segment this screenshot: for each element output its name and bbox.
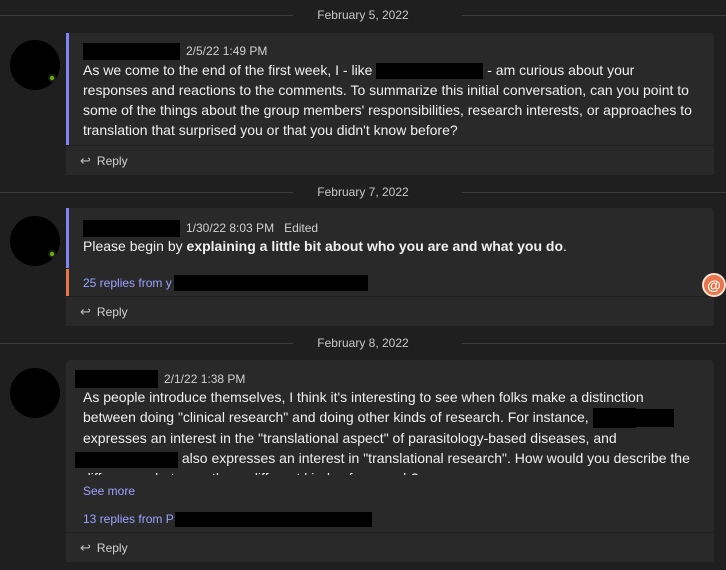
presence-icon [48, 74, 56, 82]
redacted-names [174, 511, 372, 527]
author-name[interactable] [83, 219, 180, 237]
avatar[interactable] [10, 368, 60, 418]
redacted-name [75, 451, 178, 468]
at-mention-icon[interactable]: @ [702, 273, 726, 297]
message-text: Please begin by explaining a little bit … [83, 238, 567, 254]
avatar[interactable] [10, 216, 60, 266]
avatar[interactable] [10, 40, 60, 90]
message-timestamp: 2/5/22 1:49 PM [186, 44, 268, 58]
date-divider-label: February 7, 2022 [293, 185, 433, 199]
message: 2/5/22 1:49 PM As we come to the end of … [66, 33, 714, 145]
reply-label: Reply [96, 153, 128, 168]
message-card: 1/30/22 8:03 PM Edited Please begin by e… [66, 208, 714, 326]
replies-count-label: 13 replies from P [83, 512, 174, 526]
reply-label: Reply [96, 540, 128, 555]
redacted-names [173, 275, 368, 291]
redacted-name [631, 409, 675, 428]
replies-count-label: 25 replies from y [83, 276, 172, 290]
message-timestamp: 2/1/22 1:38 PM [164, 372, 246, 386]
replies-thread-link[interactable]: 25 replies from y [66, 269, 714, 297]
reply-button[interactable]: ↩ Reply [66, 532, 714, 562]
reply-label: Reply [96, 304, 128, 319]
date-divider-label: February 5, 2022 [293, 8, 433, 22]
presence-icon [48, 250, 56, 258]
redacted-name [592, 408, 636, 429]
message-text: As we come to the end of the first week,… [83, 62, 692, 138]
message: 1/30/22 8:03 PM Edited Please begin by e… [66, 208, 714, 268]
reply-arrow-icon: ↩ [80, 152, 91, 168]
reply-arrow-icon: ↩ [80, 539, 91, 555]
date-divider: February 5, 2022 [0, 5, 726, 25]
author-name[interactable] [75, 370, 158, 388]
reply-button[interactable]: ↩ Reply [66, 296, 714, 326]
date-divider: February 8, 2022 [0, 333, 726, 353]
reply-arrow-icon: ↩ [80, 303, 91, 319]
date-divider-label: February 8, 2022 [293, 336, 433, 350]
message-card: 2/5/22 1:49 PM As we come to the end of … [66, 33, 714, 175]
message: 2/1/22 1:38 PM As people introduce thems… [66, 360, 714, 504]
message-card: 2/1/22 1:38 PM As people introduce thems… [66, 360, 714, 562]
edited-label: Edited [284, 221, 319, 235]
message-text: As people introduce themselves, I think … [75, 387, 700, 475]
reply-button[interactable]: ↩ Reply [66, 145, 714, 175]
replies-thread-link[interactable]: 13 replies from P [66, 505, 714, 533]
message-timestamp: 1/30/22 8:03 PM [186, 221, 275, 235]
redacted-mention [376, 63, 484, 80]
date-divider: February 7, 2022 [0, 182, 726, 202]
see-more-link[interactable]: See more [83, 484, 135, 498]
author-name[interactable] [83, 42, 180, 60]
